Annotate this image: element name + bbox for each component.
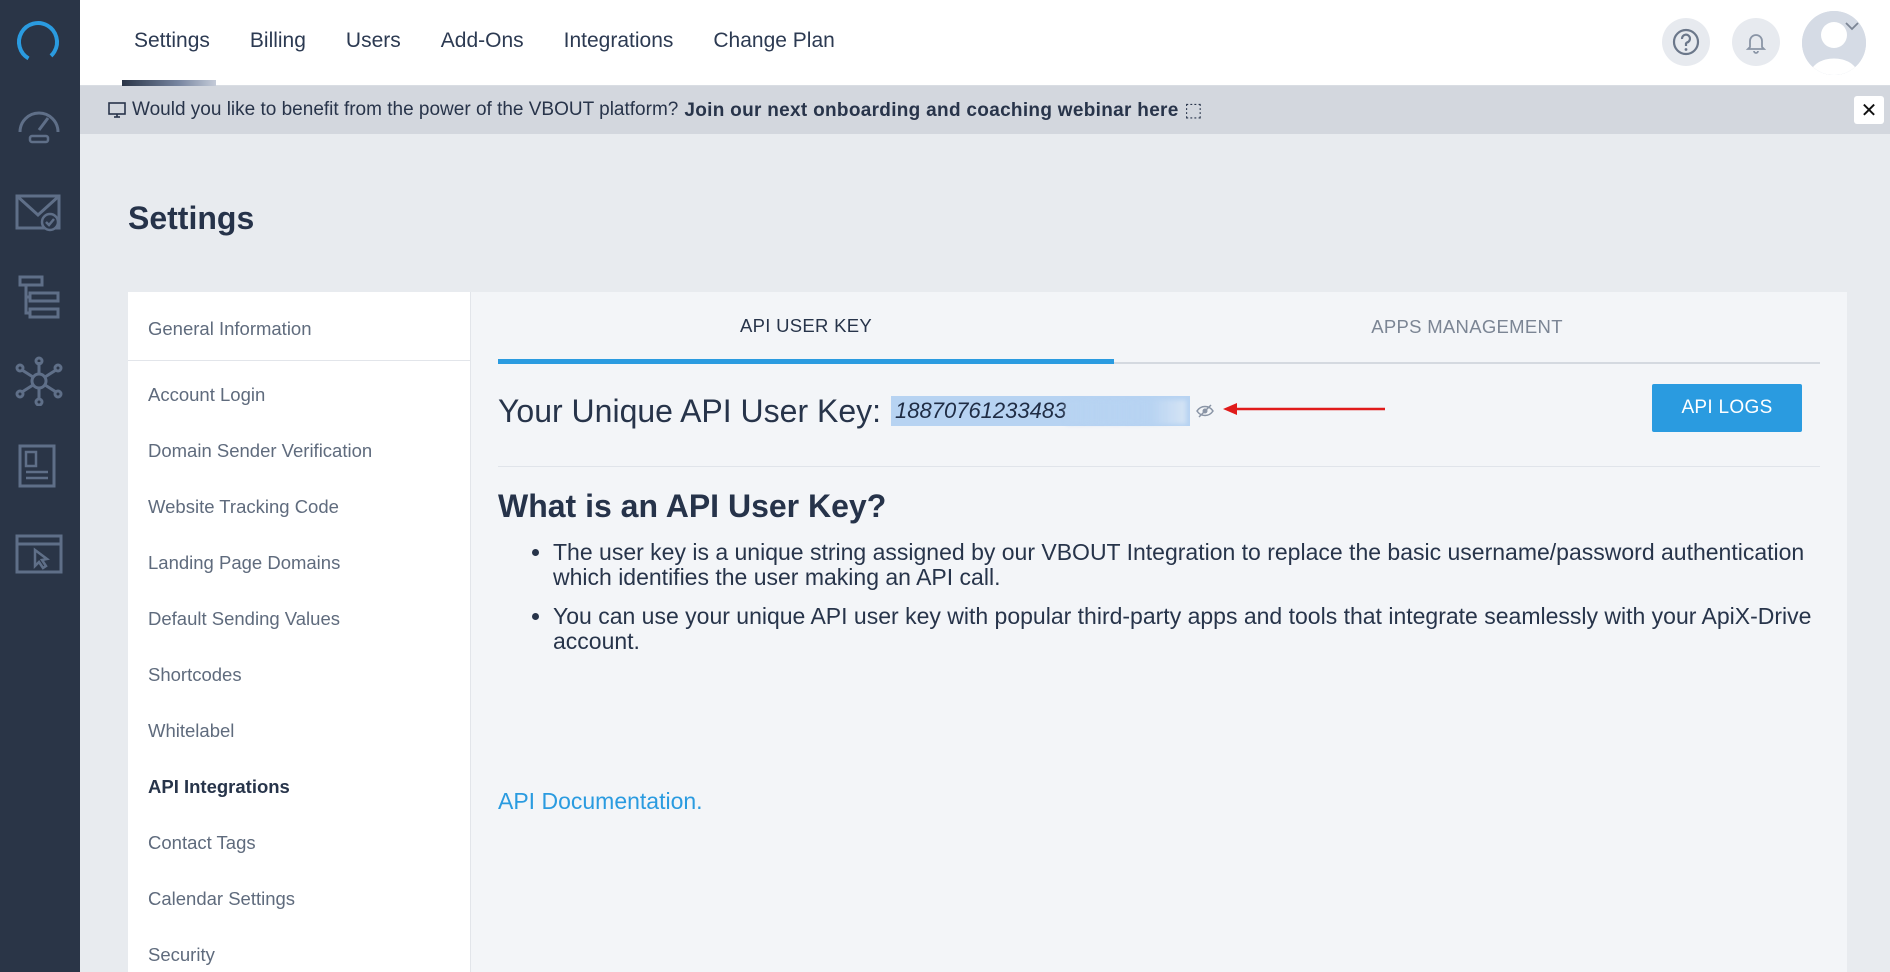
tab-integrations[interactable]: Integrations	[544, 0, 694, 86]
notifications-button[interactable]	[1732, 18, 1780, 66]
tab-apps-management[interactable]: APPS MANAGEMENT	[1114, 292, 1820, 364]
sidebar-item-website-tracking-code[interactable]: Website Tracking Code	[148, 496, 339, 518]
sidebar-item-security[interactable]: Security	[148, 944, 215, 966]
section-heading: What is an API User Key?	[498, 488, 887, 524]
explanation-list: The user key is a unique string assigned…	[553, 540, 1823, 668]
email-icon[interactable]	[14, 188, 64, 238]
sidebar-item-domain-sender-verification[interactable]: Domain Sender Verification	[148, 440, 372, 462]
sidebar-item-calendar-settings[interactable]: Calendar Settings	[148, 888, 295, 910]
api-key-row: Your Unique API User Key: 18870761233483	[498, 389, 1215, 433]
dashboard-icon[interactable]	[14, 100, 64, 150]
tab-add-ons[interactable]: Add-Ons	[421, 0, 544, 86]
help-icon	[1672, 28, 1700, 56]
webinar-link[interactable]: Join our next onboarding and coaching we…	[684, 99, 1202, 122]
sidebar-item-landing-page-domains[interactable]: Landing Page Domains	[148, 552, 340, 574]
api-key-text: 18870761233483	[895, 397, 1067, 423]
banner-text: Would you like to benefit from the power…	[132, 99, 679, 120]
landing-page-icon[interactable]	[14, 528, 64, 578]
api-key-masked	[1066, 400, 1187, 425]
logo-icon[interactable]	[14, 18, 62, 66]
tab-change-plan[interactable]: Change Plan	[693, 0, 854, 86]
settings-sidebar: General Information Account Login Domain…	[128, 292, 471, 972]
api-documentation-link[interactable]: API Documentation.	[498, 788, 703, 815]
api-key-label: Your Unique API User Key:	[498, 392, 882, 429]
sidebar-item-default-sending-values[interactable]: Default Sending Values	[148, 608, 340, 630]
workflow-icon[interactable]	[14, 272, 64, 322]
section-divider	[498, 466, 1820, 467]
red-arrow-annotation	[1223, 403, 1385, 415]
sidebar-item-general-information[interactable]: General Information	[148, 318, 312, 340]
left-rail	[0, 0, 80, 972]
forms-icon[interactable]	[14, 440, 64, 490]
list-item: The user key is a unique string assigned…	[553, 540, 1823, 590]
api-key-value[interactable]: 18870761233483	[891, 395, 1191, 427]
sidebar-divider	[128, 360, 470, 361]
api-logs-button[interactable]: API LOGS	[1652, 384, 1802, 432]
sidebar-item-contact-tags[interactable]: Contact Tags	[148, 832, 256, 854]
api-panel: API USER KEY APPS MANAGEMENT Your Unique…	[471, 292, 1847, 972]
bell-icon	[1745, 34, 1767, 54]
main-tabs: Settings Billing Users Add-Ons Integrati…	[114, 0, 855, 86]
sidebar-item-shortcodes[interactable]: Shortcodes	[148, 664, 242, 686]
sidebar-item-whitelabel[interactable]: Whitelabel	[148, 720, 234, 742]
onboarding-banner: Would you like to benefit from the power…	[80, 86, 1890, 134]
page-title: Settings	[128, 200, 255, 236]
sidebar-item-account-login[interactable]: Account Login	[148, 384, 265, 406]
banner-close-button[interactable]: ✕	[1854, 96, 1884, 124]
toggle-visibility-icon[interactable]	[1196, 404, 1215, 418]
tab-api-user-key[interactable]: API USER KEY	[498, 292, 1114, 364]
tab-users[interactable]: Users	[326, 0, 421, 86]
list-item: You can use your unique API user key wit…	[553, 604, 1823, 654]
help-button[interactable]	[1662, 18, 1710, 66]
tab-settings[interactable]: Settings	[114, 0, 230, 86]
tab-billing[interactable]: Billing	[230, 0, 326, 86]
monitor-icon	[108, 102, 126, 118]
sidebar-item-api-integrations[interactable]: API Integrations	[148, 776, 290, 798]
top-navigation: Settings Billing Users Add-Ons Integrati…	[80, 0, 1890, 86]
integrations-hub-icon[interactable]	[14, 356, 64, 406]
chevron-down-icon[interactable]	[1844, 20, 1860, 32]
